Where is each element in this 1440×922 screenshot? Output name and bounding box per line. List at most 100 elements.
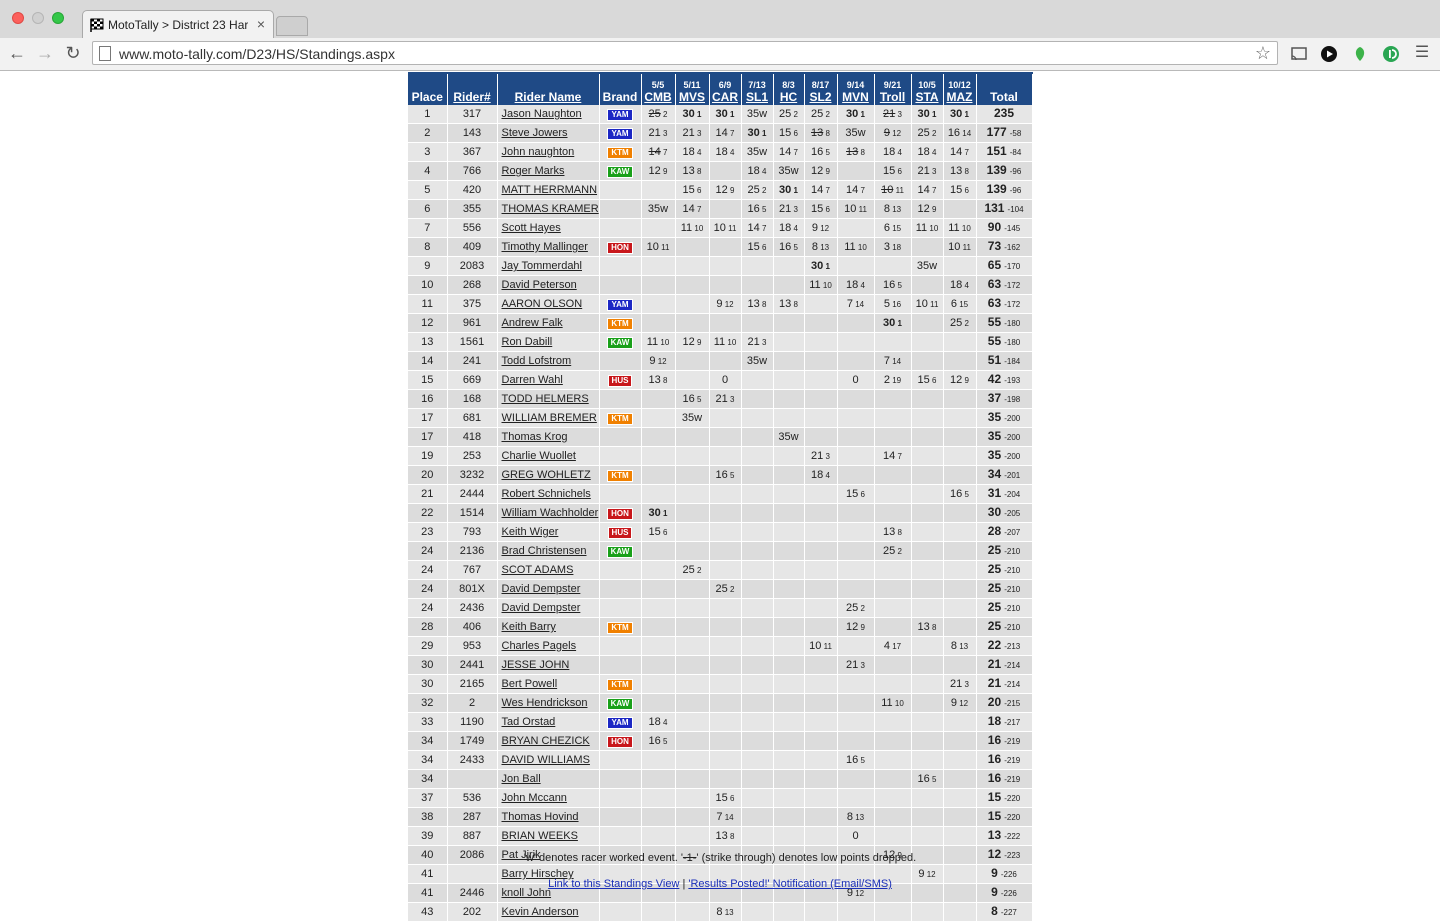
rider-name-link[interactable]: Steve Jowers	[497, 123, 600, 143]
back-arrow-icon[interactable]: ←	[6, 42, 28, 64]
rider-name-link[interactable]: William Wachholder	[497, 503, 600, 523]
url-text[interactable]: www.moto-tally.com/D23/HS/Standings.aspx	[119, 46, 395, 62]
place-cell: 38	[408, 807, 448, 827]
rider-name-link[interactable]: Robert Schnichels	[497, 484, 600, 504]
score-cell	[709, 731, 742, 751]
rider-name-link[interactable]: Charles Pagels	[497, 636, 600, 656]
rider-name-header[interactable]: Rider Name	[497, 72, 600, 105]
event-header-sl2[interactable]: 8/17 SL2	[804, 72, 838, 105]
rider-name-link[interactable]: Roger Marks	[497, 161, 600, 181]
rider-name-link[interactable]: David Dempster	[497, 598, 600, 618]
rider-name-link[interactable]: Thomas Krog	[497, 427, 600, 447]
new-tab-button[interactable]	[276, 16, 308, 36]
rider-name-link[interactable]: Timothy Mallinger	[497, 237, 600, 257]
total-points: 139	[986, 163, 1007, 177]
rider-name-link[interactable]: JESSE JOHN	[497, 655, 600, 675]
place-cell: 17	[408, 408, 448, 428]
event-header-cmb[interactable]: 5/5 CMB	[641, 72, 676, 105]
rider-name-link[interactable]: Brad Christensen	[497, 541, 600, 561]
rider-name-link[interactable]: John Mccann	[497, 788, 600, 808]
address-bar[interactable]: www.moto-tally.com/D23/HS/Standings.aspx…	[92, 41, 1278, 65]
rider-name-link[interactable]: Tad Orstad	[497, 712, 600, 732]
rider-name-link[interactable]: BRYAN CHEZICK	[497, 731, 600, 751]
points-behind: -162	[1004, 243, 1021, 252]
event-header-sta[interactable]: 10/5 STA	[911, 72, 944, 105]
rider-name-link[interactable]: Bert Powell	[497, 674, 600, 694]
score-position: 8	[759, 299, 767, 309]
footnote-strike-example: -1-	[682, 852, 697, 864]
brand-cell	[599, 788, 642, 808]
rider-name-link[interactable]: Keith Barry	[497, 617, 600, 637]
event-header-sl1[interactable]: 7/13 SL1	[741, 72, 774, 105]
rider-name-link[interactable]: THOMAS KRAMER	[497, 199, 600, 219]
event-header-hc[interactable]: 8/3 HC	[773, 72, 805, 105]
place-cell: 10	[408, 275, 448, 295]
event-venue[interactable]: CMB	[642, 90, 675, 105]
rider-name-link[interactable]: David Dempster	[497, 579, 600, 599]
rider-name-link[interactable]: Keith Wiger	[497, 522, 600, 542]
event-venue[interactable]: SL1	[742, 90, 773, 105]
rider-name-link[interactable]: MATT HERRMANN	[497, 180, 600, 200]
window-minimize-button[interactable]	[32, 12, 44, 24]
window-maximize-button[interactable]	[52, 12, 64, 24]
window-close-button[interactable]	[12, 12, 24, 24]
rider-name-link[interactable]: Ron Dabill	[497, 332, 600, 352]
score-cell: 15 6	[911, 370, 944, 390]
cast-icon[interactable]	[1290, 46, 1308, 62]
rider-name-link[interactable]: GREG WOHLETZ	[497, 465, 600, 485]
score-cell: 13 8	[675, 161, 710, 181]
rider-name-link[interactable]: John naughton	[497, 142, 600, 162]
score-position: 5	[759, 204, 767, 214]
rider-name-link[interactable]: AARON OLSON	[497, 294, 600, 314]
green-circle-extension-icon[interactable]	[1383, 46, 1399, 62]
score-points: 0	[721, 374, 729, 386]
points-behind: -220	[1004, 813, 1021, 822]
rider-name-link[interactable]: WILLIAM BREMER	[497, 408, 600, 428]
rider-name-link[interactable]: Scott Hayes	[497, 218, 600, 238]
score-cell	[804, 807, 838, 827]
event-header-mvn[interactable]: 9/14 MVN	[837, 72, 875, 105]
rider-name-link[interactable]: Kevin Anderson	[497, 902, 600, 922]
event-header-troll[interactable]: 9/21 Troll	[874, 72, 912, 105]
bookmark-star-icon[interactable]: ☆	[1255, 43, 1271, 64]
event-venue[interactable]: Troll	[875, 90, 911, 105]
event-venue[interactable]: MVS	[676, 90, 709, 105]
browser-tab[interactable]: MotoTally > District 23 Har ×	[82, 10, 274, 39]
rider-name-link[interactable]: Jon Ball	[497, 769, 600, 789]
rider-name-link[interactable]: BRIAN WEEKS	[497, 826, 600, 846]
tab-close-icon[interactable]: ×	[257, 16, 265, 32]
points-behind: -210	[1004, 604, 1021, 613]
rider-number-header[interactable]: Rider#	[447, 72, 498, 105]
rider-name-link[interactable]: DAVID WILLIAMS	[497, 750, 600, 770]
forward-arrow-icon[interactable]: →	[34, 42, 56, 64]
rider-name-link[interactable]: Jay Tommerdahl	[497, 256, 600, 276]
rider-name-link[interactable]: Thomas Hovind	[497, 807, 600, 827]
menu-icon[interactable]: ☰	[1411, 42, 1433, 64]
rider-name-link[interactable]: David Peterson	[497, 275, 600, 295]
event-venue[interactable]: MAZ	[944, 90, 976, 105]
reload-icon[interactable]: ↻	[62, 42, 84, 64]
event-venue[interactable]: HC	[774, 90, 804, 105]
event-venue[interactable]: SL2	[805, 90, 837, 105]
rider-name-link[interactable]: TODD HELMERS	[497, 389, 600, 409]
score-points: 10	[844, 202, 857, 215]
rider-name-link[interactable]: Andrew Falk	[497, 313, 600, 333]
play-extension-icon[interactable]	[1321, 46, 1337, 62]
event-venue[interactable]: STA	[912, 90, 943, 105]
event-header-car[interactable]: 6/9 CAR	[709, 72, 742, 105]
results-notification-link[interactable]: 'Results Posted!' Notification (Email/SM…	[688, 878, 892, 890]
event-venue[interactable]: CAR	[710, 90, 741, 105]
rider-name-link[interactable]: Wes Hendrickson	[497, 693, 600, 713]
event-header-mvs[interactable]: 5/11 MVS	[675, 72, 710, 105]
event-venue[interactable]: MVN	[838, 90, 874, 105]
score-points: 16	[917, 772, 930, 785]
green-leaf-icon[interactable]	[1352, 46, 1368, 62]
event-header-maz[interactable]: 10/12 MAZ	[943, 72, 977, 105]
rider-name-link[interactable]: Darren Wahl	[497, 370, 600, 390]
rider-name-link[interactable]: Jason Naughton	[497, 105, 600, 124]
rider-name-link[interactable]: Todd Lofstrom	[497, 351, 600, 371]
rider-name-link[interactable]: SCOT ADAMS	[497, 560, 600, 580]
total-cell: 16 -219	[976, 731, 1033, 751]
standings-view-link[interactable]: Link to this Standings View	[548, 878, 679, 890]
rider-name-link[interactable]: Charlie Wuollet	[497, 446, 600, 466]
